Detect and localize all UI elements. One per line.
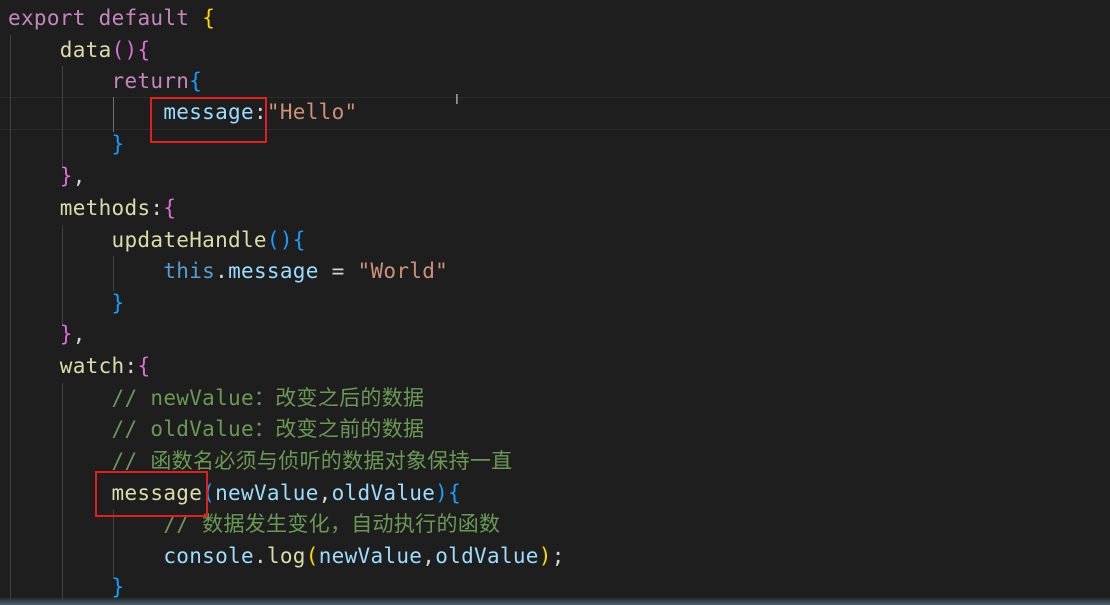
property-name: message	[228, 259, 319, 283]
brace: }	[59, 322, 73, 346]
parens: ()	[266, 228, 293, 252]
code-line-8[interactable]: updateHandle(){	[8, 225, 306, 256]
highlight-box-data-message	[150, 97, 267, 143]
parens: ()	[111, 38, 138, 62]
brace: }	[59, 164, 73, 188]
code-line-16[interactable]: message(newValue,oldValue){	[8, 478, 461, 509]
function-name: log	[266, 544, 306, 568]
function-name: updateHandle	[111, 228, 267, 252]
brace: {	[202, 6, 216, 30]
brace: {	[292, 228, 306, 252]
keyword-this: this	[163, 259, 216, 283]
code-line-15[interactable]: // 函数名必须与侦听的数据对象保持一直	[8, 446, 513, 477]
code-line-18[interactable]: console.log(newValue,oldValue);	[8, 541, 565, 572]
code-line-9[interactable]: this.message = "World"	[8, 256, 448, 287]
paren-close: )	[435, 481, 449, 505]
code-line-6[interactable]: },	[8, 161, 86, 192]
keyword-return: return	[111, 69, 190, 93]
function-name: data	[59, 38, 112, 62]
object-name: console	[163, 544, 254, 568]
code-line-3[interactable]: return{	[8, 66, 202, 97]
code-line-10[interactable]: }	[8, 288, 125, 319]
comment: // 函数名必须与侦听的数据对象保持一直	[111, 449, 513, 473]
param-name: oldValue	[435, 544, 539, 568]
property-name: watch	[59, 354, 125, 378]
brace: {	[163, 196, 177, 220]
keyword-export: export	[8, 6, 86, 30]
brace: {	[137, 354, 151, 378]
code-line-12[interactable]: watch:{	[8, 351, 150, 382]
paren-close: )	[538, 544, 552, 568]
bottom-edge	[0, 597, 1110, 605]
brace: }	[111, 291, 125, 315]
comment: // 数据发生变化，自动执行的函数	[163, 512, 501, 536]
brace: }	[111, 132, 125, 156]
param-name: newValue	[215, 481, 319, 505]
colon: :	[150, 196, 164, 220]
dot: .	[253, 544, 267, 568]
assign-operator: =	[318, 259, 358, 283]
code-line-7[interactable]: methods:{	[8, 193, 176, 224]
comma: ,	[318, 481, 332, 505]
code-line-2[interactable]: data(){	[8, 35, 150, 66]
brace: {	[137, 38, 151, 62]
comma: ,	[72, 164, 86, 188]
colon: :	[124, 354, 138, 378]
code-editor[interactable]: export default { data(){ return{ message…	[0, 0, 1110, 605]
comma: ,	[422, 544, 436, 568]
code-line-11[interactable]: },	[8, 319, 86, 350]
code-line-13[interactable]: // newValue：改变之后的数据	[8, 383, 424, 414]
highlight-box-watch-message	[95, 471, 208, 517]
code-line-17[interactable]: // 数据发生变化，自动执行的函数	[8, 509, 500, 540]
brace: {	[448, 481, 462, 505]
semicolon: ;	[551, 544, 565, 568]
dot: .	[215, 259, 229, 283]
comment: // oldValue：改变之前的数据	[111, 417, 425, 441]
comma: ,	[72, 322, 86, 346]
param-name: newValue	[318, 544, 423, 568]
string-literal: "World"	[357, 259, 449, 283]
brace: }	[111, 575, 125, 599]
string-literal: "Hello"	[266, 100, 358, 124]
property-name: methods	[59, 196, 151, 220]
comment: // newValue：改变之后的数据	[111, 386, 425, 410]
paren-open: (	[305, 544, 319, 568]
code-line-5[interactable]: }	[8, 129, 125, 160]
code-line-14[interactable]: // oldValue：改变之前的数据	[8, 414, 424, 445]
text-cursor-icon: I	[455, 93, 459, 108]
code-line-1[interactable]: export default {	[8, 3, 215, 34]
param-name: oldValue	[331, 481, 436, 505]
keyword-default: default	[98, 6, 190, 30]
brace: {	[189, 69, 203, 93]
